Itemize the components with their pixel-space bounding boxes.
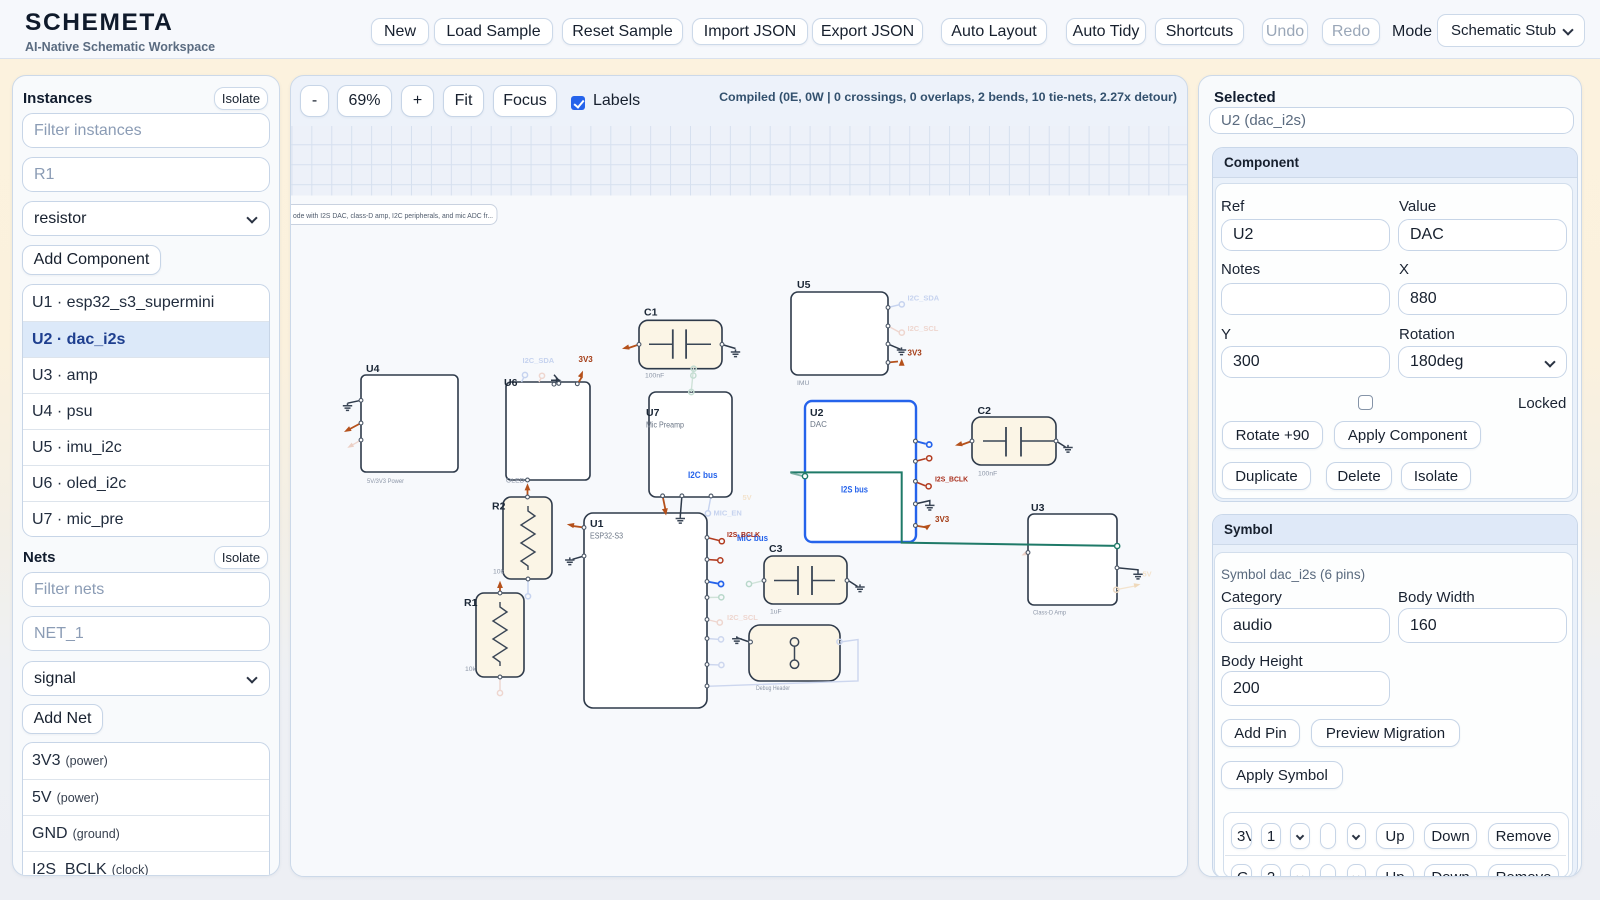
svg-text:U7: U7	[646, 407, 660, 419]
svg-text:10k: 10k	[465, 666, 477, 673]
svg-text:U1: U1	[590, 518, 604, 530]
svg-text:I2S_BCLK: I2S_BCLK	[727, 530, 761, 539]
svg-text:I2C_SDA: I2C_SDA	[908, 294, 940, 303]
svg-text:3V3: 3V3	[908, 349, 923, 358]
svg-text:U4: U4	[366, 363, 380, 375]
svg-text:C1: C1	[644, 307, 658, 319]
svg-text:5V/3V3 Power: 5V/3V3 Power	[367, 478, 405, 485]
svg-text:ode with I2S DAC, class-D amp,: ode with I2S DAC, class-D amp, I2C perip…	[293, 211, 493, 220]
svg-text:C3: C3	[769, 543, 783, 555]
svg-text:U2: U2	[810, 407, 824, 419]
svg-text:Class-D Amp: Class-D Amp	[1033, 610, 1066, 617]
svg-text:5V: 5V	[1143, 570, 1152, 579]
svg-text:3V3: 3V3	[935, 515, 950, 524]
svg-text:100nF: 100nF	[645, 373, 664, 380]
svg-text:IMU: IMU	[797, 380, 810, 387]
svg-text:C2: C2	[978, 405, 992, 417]
svg-text:U6: U6	[504, 377, 518, 389]
svg-text:Debug Header: Debug Header	[756, 685, 791, 692]
svg-text:3V3: 3V3	[579, 355, 594, 364]
svg-text:U5: U5	[797, 279, 811, 291]
svg-text:I2S_BCLK: I2S_BCLK	[935, 475, 969, 484]
svg-text:R1: R1	[464, 597, 478, 609]
svg-text:OLED: OLED	[506, 478, 525, 485]
svg-text:DAC: DAC	[810, 420, 827, 429]
svg-text:I2C_SDA: I2C_SDA	[523, 356, 555, 365]
svg-text:I2C_SCL: I2C_SCL	[727, 613, 758, 622]
svg-text:5V: 5V	[743, 493, 752, 502]
svg-text:100nF: 100nF	[978, 471, 997, 478]
svg-text:I2C_SCL: I2C_SCL	[908, 324, 939, 333]
svg-text:Mic Preamp: Mic Preamp	[646, 421, 684, 430]
svg-text:MIC_EN: MIC_EN	[714, 509, 742, 518]
svg-text:1uF: 1uF	[770, 609, 782, 616]
svg-text:R2: R2	[492, 501, 506, 513]
svg-text:U3: U3	[1031, 502, 1045, 514]
svg-text:I2S bus: I2S bus	[841, 485, 868, 495]
svg-text:ESP32-S3: ESP32-S3	[590, 532, 623, 541]
svg-text:I2C bus: I2C bus	[688, 470, 718, 480]
svg-text:10k: 10k	[493, 569, 505, 576]
